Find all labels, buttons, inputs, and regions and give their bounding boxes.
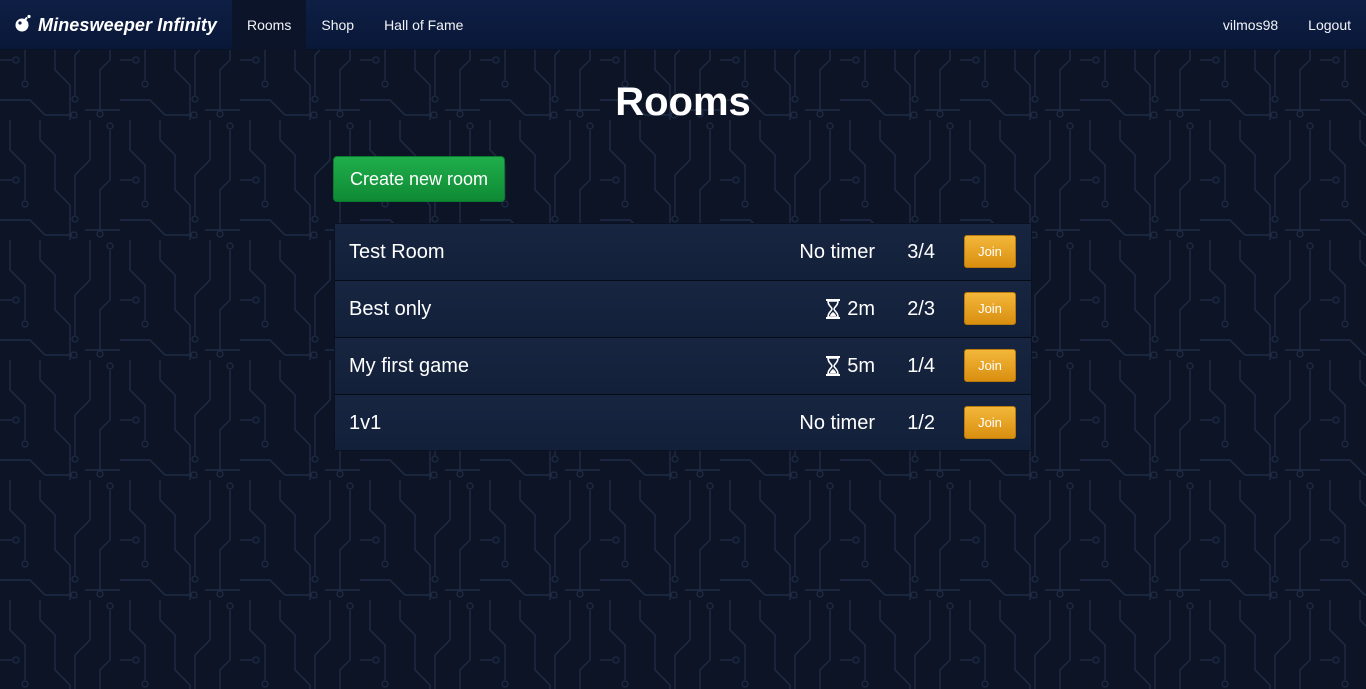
- nav-rooms[interactable]: Rooms: [232, 0, 307, 50]
- join-button[interactable]: Join: [964, 292, 1016, 325]
- room-row: Best only 2m 2/3 Join: [335, 281, 1031, 338]
- room-row: My first game 5m 1/4 Join: [335, 338, 1031, 395]
- room-list: Test Room No timer 3/4 Join Best only 2m…: [334, 223, 1032, 451]
- brand-link[interactable]: Minesweeper Infinity: [14, 0, 217, 50]
- user-nav: vilmos98 Logout: [1208, 0, 1366, 50]
- create-room-button[interactable]: Create new room: [333, 156, 505, 202]
- room-name: Test Room: [349, 241, 445, 263]
- room-row: Test Room No timer 3/4 Join: [335, 224, 1031, 281]
- join-button[interactable]: Join: [964, 406, 1016, 439]
- room-timer: No timer: [799, 395, 875, 451]
- room-timer: No timer: [799, 224, 875, 280]
- timer-label: No timer: [799, 411, 875, 434]
- timer-label: 2m: [847, 297, 875, 320]
- join-button[interactable]: Join: [964, 349, 1016, 382]
- main-nav: Rooms Shop Hall of Fame: [232, 0, 478, 50]
- timer-label: 5m: [847, 354, 875, 377]
- logout-link[interactable]: Logout: [1293, 0, 1366, 50]
- room-player-count: 1/2: [907, 412, 935, 434]
- nav-shop[interactable]: Shop: [306, 0, 369, 50]
- top-navbar: Minesweeper Infinity Rooms Shop Hall of …: [0, 0, 1366, 50]
- hourglass-icon: [825, 356, 841, 376]
- room-player-count: 2/3: [907, 298, 935, 320]
- brand-title: Minesweeper Infinity: [38, 14, 218, 35]
- room-timer: 2m: [825, 281, 875, 337]
- hourglass-icon: [825, 299, 841, 319]
- room-timer: 5m: [825, 338, 875, 394]
- room-name: Best only: [349, 298, 432, 320]
- page-title: Rooms: [615, 80, 751, 124]
- join-button[interactable]: Join: [964, 235, 1016, 268]
- timer-label: No timer: [799, 240, 875, 263]
- room-player-count: 1/4: [907, 355, 935, 377]
- room-row: 1v1 No timer 1/2 Join: [335, 395, 1031, 450]
- room-name: My first game: [349, 355, 470, 377]
- bomb-icon: [14, 14, 32, 37]
- username-link[interactable]: vilmos98: [1208, 0, 1293, 50]
- room-player-count: 3/4: [907, 241, 935, 263]
- room-name: 1v1: [349, 412, 382, 434]
- nav-hall-of-fame[interactable]: Hall of Fame: [369, 0, 478, 50]
